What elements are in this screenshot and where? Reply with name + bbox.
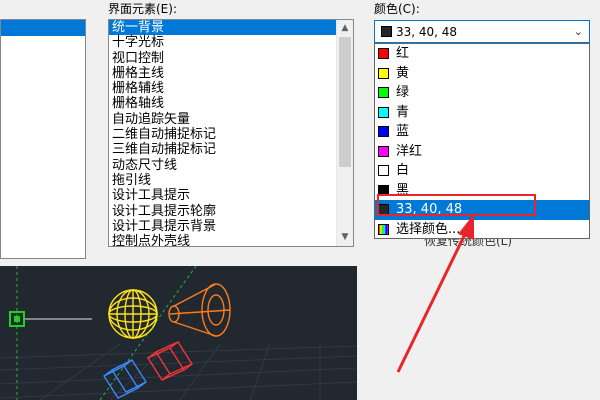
color-option[interactable]: 黄	[375, 64, 589, 84]
scroll-thumb[interactable]	[339, 37, 351, 167]
color-swatch	[378, 184, 389, 196]
interface-element-item[interactable]: 统一背景	[109, 20, 353, 36]
color-option[interactable]: 黑	[375, 181, 589, 201]
color-option-label: 蓝	[396, 124, 410, 139]
interface-element-item[interactable]: 三维自动捕捉标记	[109, 142, 353, 157]
restore-classic-colors-button[interactable]: 恢复传统颜色(L)	[374, 239, 590, 249]
color-label: 颜色(C):	[374, 2, 420, 16]
color-picker-icon	[378, 223, 389, 235]
interface-elements-scrollbar[interactable]: ▲ ▼	[336, 20, 353, 246]
context-list-item-selected[interactable]	[1, 20, 85, 36]
preview-drawing	[0, 266, 357, 400]
color-option[interactable]: 白	[375, 161, 589, 181]
color-swatch	[378, 165, 389, 176]
color-option-label: 青	[396, 104, 410, 120]
color-option-label: 红	[396, 46, 410, 61]
interface-element-item[interactable]: 十字光标	[109, 35, 353, 50]
interface-element-item[interactable]: 栅格轴线	[109, 96, 353, 111]
color-option-label: 绿	[396, 85, 410, 100]
color-option-label: 洋红	[396, 143, 423, 159]
interface-element-item[interactable]: 设计工具提示	[109, 188, 353, 203]
interface-element-item[interactable]: 二维自动捕捉标记	[109, 127, 353, 142]
chevron-down-icon[interactable]: ⌄	[574, 24, 583, 40]
selected-color-swatch	[381, 26, 392, 37]
color-option-label: 黑	[396, 182, 410, 198]
color-swatch	[378, 106, 389, 118]
color-option-label: 33, 40, 48	[396, 202, 463, 217]
interface-element-item[interactable]: 视口控制	[109, 51, 353, 66]
color-option[interactable]: 绿	[375, 83, 589, 103]
interface-element-item[interactable]: 动态尺寸线	[109, 158, 353, 173]
interface-element-item[interactable]: 设计工具提示轮廓	[109, 204, 353, 219]
color-swatch	[378, 67, 389, 79]
color-swatch	[378, 204, 389, 215]
scroll-down-icon[interactable]: ▼	[337, 229, 353, 246]
color-option-label: 选择颜色...	[396, 221, 461, 237]
color-swatch	[378, 126, 389, 137]
selected-color-value: 33, 40, 48	[396, 25, 458, 39]
interface-element-item[interactable]: 控制点外壳线	[109, 234, 353, 246]
interface-element-item[interactable]: 自动追踪矢量	[109, 112, 353, 127]
color-option-label: 黄	[396, 65, 410, 81]
color-swatch	[378, 87, 389, 98]
interface-element-item[interactable]: 设计工具提示背景	[109, 219, 353, 234]
color-option[interactable]: 33, 40, 48	[375, 200, 589, 220]
interface-element-item[interactable]: 栅格辅线	[109, 81, 353, 96]
color-combobox[interactable]: 33, 40, 48 ⌄	[374, 20, 590, 43]
color-option[interactable]: 红	[375, 44, 589, 64]
color-swatch	[378, 145, 389, 157]
color-option[interactable]: 蓝	[375, 122, 589, 142]
interface-elements-label: 界面元素(E):	[108, 2, 177, 16]
preview-viewport	[0, 266, 357, 400]
color-option-label: 白	[396, 163, 410, 178]
color-swatch	[378, 48, 389, 59]
context-list[interactable]	[0, 19, 86, 259]
interface-element-item[interactable]: 栅格主线	[109, 66, 353, 81]
scroll-up-icon[interactable]: ▲	[337, 20, 353, 37]
interface-elements-list[interactable]: 统一背景 十字光标 视口控制 栅格主线 栅格辅线 栅格轴线 自动追踪矢量 二维自动捕捉标记 三维…	[108, 19, 354, 247]
interface-element-item[interactable]: 拖引线	[109, 173, 353, 188]
color-dropdown-list[interactable]: 红黄绿青蓝洋红白黑 33, 40, 48 选择颜色...	[374, 43, 590, 239]
color-option[interactable]: 洋红	[375, 142, 589, 162]
color-option[interactable]: 青	[375, 103, 589, 123]
color-option[interactable]: 选择颜色...	[375, 220, 589, 240]
